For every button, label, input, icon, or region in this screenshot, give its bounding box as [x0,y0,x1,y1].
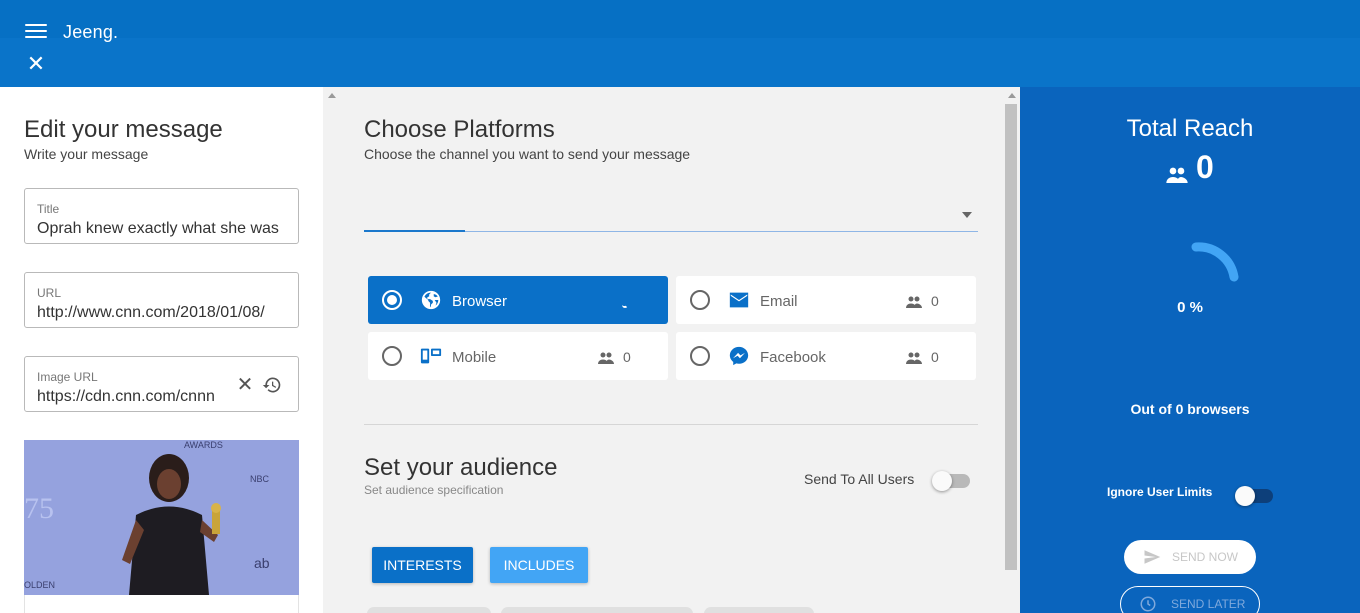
svg-text:NBC: NBC [250,474,270,484]
top-bar-shade [0,0,1360,38]
loading-spinner-icon [622,302,628,308]
platform-option-browser[interactable]: Browser [368,276,668,324]
platform-select[interactable] [364,230,978,232]
people-icon [906,295,922,308]
send-later-button[interactable]: SEND LATER [1120,586,1260,613]
svg-text:OLDEN: OLDEN [24,580,55,590]
choose-platforms-subtitle: Choose the channel you want to send your… [364,146,691,162]
platform-option-label: Facebook [760,349,826,366]
top-bar: Jeeng. ✕ [0,0,1360,87]
globe-icon [420,289,442,311]
includes-button[interactable]: INCLUDES [490,547,588,583]
url-field-value[interactable]: http://www.cnn.com/2018/01/08/ [37,304,287,322]
close-icon[interactable]: ✕ [25,53,47,75]
send-now-label: SEND NOW [1172,550,1238,564]
audience-chip[interactable] [367,607,491,613]
url-field[interactable]: URL http://www.cnn.com/2018/01/08/ [24,272,299,328]
ignore-user-limits-label: Ignore User Limits [1107,485,1213,499]
image-preview: AWARDS 75 OLDEN NBC ab [24,440,299,595]
image-url-field-value[interactable]: https://cdn.cnn.com/cnnn [37,388,232,406]
reach-progress-ring [1191,242,1239,282]
audience-chip[interactable] [501,607,693,613]
audience-title: Set your audience [364,454,558,481]
send-icon [1144,550,1161,564]
svg-text:AWARDS: AWARDS [184,440,223,450]
image-url-field-label: Image URL [37,370,98,384]
platform-option-count: 0 [623,349,631,365]
people-icon [1166,167,1188,183]
radio-button[interactable] [690,346,710,366]
total-reach-title: Total Reach [1126,115,1254,142]
radio-button[interactable] [382,290,402,310]
platform-option-label: Mobile [452,349,497,366]
title-field-value[interactable]: Oprah knew exactly what she was [37,220,287,238]
url-field-label: URL [37,286,62,300]
menu-icon[interactable] [25,24,47,40]
preview-footer [24,595,299,613]
people-icon [906,351,922,364]
platform-option-count: 0 [931,349,939,365]
ignore-user-limits-toggle[interactable] [1235,486,1273,506]
audience-subtitle: Set audience specification [364,483,504,497]
email-icon [728,289,750,311]
mobile-icon [420,345,442,367]
reach-out-of: Out of 0 browsers [1130,401,1250,417]
platform-option-email[interactable]: Email 0 [676,276,976,324]
total-reach-panel: Total Reach 0 0 % Out of 0 browsers Igno… [1020,87,1360,613]
send-now-button[interactable]: SEND NOW [1124,540,1256,574]
image-url-field[interactable]: Image URL https://cdn.cnn.com/cnnn ✕ [24,356,299,412]
edit-message-subtitle: Write your message [24,146,149,162]
scrollbar-thumb[interactable] [1005,104,1017,570]
svg-text:75: 75 [24,492,54,525]
right-scroll-up-arrow[interactable] [1008,93,1016,98]
messenger-icon [728,345,750,367]
edit-message-panel: Edit your message Write your message Tit… [0,87,323,613]
restore-icon[interactable] [262,375,282,395]
toggle-knob [1235,486,1255,506]
edit-message-title: Edit your message [24,116,223,143]
title-field-label: Title [37,202,60,216]
platforms-panel: Choose Platforms Choose the channel you … [323,87,1020,613]
interests-button[interactable]: INTERESTS [372,547,473,583]
toggle-knob [932,471,952,491]
platform-option-label: Browser [452,293,508,310]
clear-icon[interactable]: ✕ [235,375,255,395]
radio-button[interactable] [690,290,710,310]
platform-option-facebook[interactable]: Facebook 0 [676,332,976,380]
send-later-label: SEND LATER [1171,597,1246,611]
reach-count-value: 0 [1196,149,1214,185]
radio-button[interactable] [382,346,402,366]
section-divider [364,424,978,425]
people-icon [598,351,614,364]
brand-logo: Jeeng. [63,22,119,42]
send-all-users-label: Send To All Users [804,471,915,487]
choose-platforms-title: Choose Platforms [364,116,555,143]
platform-select-active-line [364,230,465,232]
left-scroll-up-arrow[interactable] [328,93,336,98]
clock-icon [1140,596,1156,612]
audience-chip[interactable] [704,607,814,613]
platform-option-count: 0 [931,293,939,309]
platform-option-mobile[interactable]: Mobile 0 [368,332,668,380]
send-all-users-toggle[interactable] [932,471,970,491]
reach-percent: 0 % [1177,299,1203,316]
svg-text:ab: ab [254,555,270,571]
dropdown-arrow-icon[interactable] [962,212,972,218]
title-field[interactable]: Title Oprah knew exactly what she was [24,188,299,244]
platform-option-label: Email [760,293,798,310]
